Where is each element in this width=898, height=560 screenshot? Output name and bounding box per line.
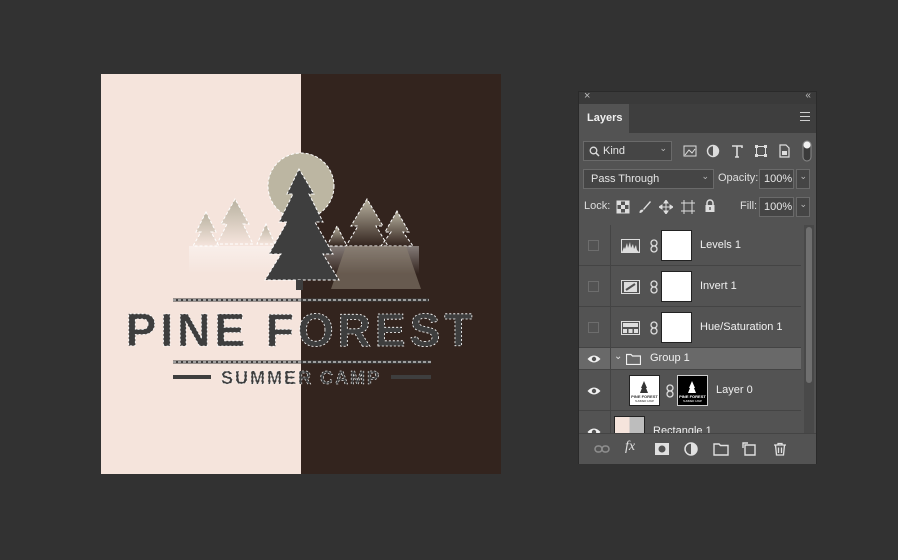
lock-label: Lock: <box>584 200 611 212</box>
link-icon[interactable] <box>649 239 659 253</box>
fill-value: 100% <box>764 201 793 213</box>
layers-list[interactable]: Levels 1 Invert 1 Hue/Saturation 1 ⌄ Gro… <box>579 225 801 433</box>
filter-pixel-icon[interactable] <box>683 144 697 158</box>
visibility-toggle[interactable] <box>588 322 599 333</box>
blend-mode-value: Pass Through <box>591 173 660 185</box>
link-layers-icon[interactable] <box>594 442 610 456</box>
link-icon[interactable] <box>665 384 675 398</box>
layer-mask-thumbnail[interactable] <box>661 230 692 261</box>
layers-panel: × ‹‹ Layers Kind ⌄ Pass Through ⌄ Opacit… <box>578 90 817 464</box>
subtitle-text: SUMMER CAMP <box>221 368 381 388</box>
opacity-input[interactable]: 100% <box>759 169 794 189</box>
artwork: PINE FOREST SUMMER CAMP <box>101 74 501 474</box>
filter-smart-object-icon[interactable] <box>777 144 791 158</box>
hue-saturation-icon <box>621 321 640 335</box>
opacity-value: 100% <box>764 173 793 185</box>
tab-bar: Layers <box>579 104 816 133</box>
folder-icon <box>626 353 641 365</box>
chevron-down-icon[interactable]: ⌄ <box>614 351 622 362</box>
layer-row-hue-saturation[interactable]: Hue/Saturation 1 <box>579 307 801 348</box>
mask-logo-thumbnail: PINE FOREST SUMMER CAMP <box>679 381 706 403</box>
eye-icon[interactable] <box>587 354 601 364</box>
panel-menu-icon[interactable] <box>800 112 810 122</box>
filter-toggle-icon[interactable] <box>802 140 812 162</box>
layer-mask-thumbnail[interactable]: PINE FOREST SUMMER CAMP <box>677 375 708 406</box>
chevron-down-icon: ⌄ <box>659 143 667 153</box>
opacity-dropdown[interactable]: ⌄ <box>796 169 810 189</box>
layer-mask-thumbnail[interactable] <box>661 271 692 302</box>
invert-icon <box>621 280 640 294</box>
layer-mask-thumbnail[interactable] <box>661 312 692 343</box>
lock-position-icon[interactable] <box>659 200 673 214</box>
filter-kind-select[interactable]: Kind ⌄ <box>583 141 672 161</box>
thumb-title-text: PINE FOREST <box>631 394 658 399</box>
levels-icon <box>621 239 640 253</box>
layer-name[interactable]: Rectangle 1 <box>653 425 712 433</box>
collapse-icon[interactable]: ‹‹ <box>805 90 811 101</box>
fx-icon[interactable]: fx <box>625 439 635 455</box>
chevron-down-icon: ⌄ <box>799 199 807 209</box>
chevron-down-icon: ⌄ <box>799 171 807 181</box>
panel-title-bar: × ‹‹ <box>579 90 816 104</box>
link-icon[interactable] <box>649 321 659 335</box>
layer-name[interactable]: Layer 0 <box>716 384 753 396</box>
layer-name[interactable]: Invert 1 <box>700 280 737 292</box>
thumb-subtitle-text: SUMMER CAMP <box>635 400 654 403</box>
delete-layer-icon[interactable] <box>772 442 788 456</box>
layer-row-invert[interactable]: Invert 1 <box>579 266 801 307</box>
filter-adjustment-icon[interactable] <box>706 144 720 158</box>
filter-type-icon[interactable] <box>730 144 744 158</box>
filter-shape-icon[interactable] <box>754 144 768 158</box>
layer-name[interactable]: Hue/Saturation 1 <box>700 321 783 333</box>
mask-subtitle-text: SUMMER CAMP <box>683 400 702 403</box>
tab-layers[interactable]: Layers <box>579 104 629 133</box>
panel-footer: fx <box>579 433 816 464</box>
new-group-icon[interactable] <box>713 442 729 456</box>
new-adjustment-layer-icon[interactable] <box>683 442 699 456</box>
layer-row-rectangle[interactable]: Rectangle 1 <box>579 411 801 433</box>
layer-name[interactable]: Group 1 <box>650 352 690 364</box>
lock-transparent-pixels-icon[interactable] <box>616 200 630 214</box>
layer-name[interactable]: Levels 1 <box>700 239 741 251</box>
visibility-toggle[interactable] <box>588 281 599 292</box>
scrollbar-thumb[interactable] <box>806 227 812 383</box>
opacity-label: Opacity: <box>718 172 759 184</box>
layer-row-group[interactable]: ⌄ Group 1 <box>579 348 801 370</box>
pine-logo-thumbnail: PINE FOREST SUMMER CAMP <box>631 381 658 403</box>
chevron-down-icon: ⌄ <box>701 171 709 181</box>
search-icon <box>589 146 600 157</box>
mask-title-text: PINE FOREST <box>679 394 706 399</box>
layers-scrollbar[interactable] <box>804 225 814 433</box>
fill-label: Fill: <box>740 200 758 212</box>
layer-row-levels[interactable]: Levels 1 <box>579 225 801 266</box>
filter-kind-value: Kind <box>603 145 626 157</box>
link-icon[interactable] <box>649 280 659 294</box>
visibility-toggle[interactable] <box>588 240 599 251</box>
blend-mode-select[interactable]: Pass Through ⌄ <box>583 169 714 189</box>
layer-thumbnail[interactable]: PINE FOREST SUMMER CAMP <box>629 375 660 406</box>
add-mask-icon[interactable] <box>654 442 670 456</box>
close-icon[interactable]: × <box>584 90 590 102</box>
layer-row-layer-0[interactable]: PINE FOREST SUMMER CAMP PINE FOREST SUMM… <box>579 370 801 411</box>
lock-artboard-icon[interactable] <box>681 200 695 214</box>
document-canvas[interactable]: PINE FOREST SUMMER CAMP <box>101 74 501 474</box>
fill-dropdown[interactable]: ⌄ <box>796 197 810 217</box>
eye-icon[interactable] <box>587 386 601 396</box>
title-text: PINE FOREST <box>126 304 477 356</box>
new-layer-icon[interactable] <box>742 442 758 456</box>
lock-image-pixels-icon[interactable] <box>638 200 652 214</box>
fill-input[interactable]: 100% <box>759 197 794 217</box>
lock-all-icon[interactable] <box>703 199 717 213</box>
rectangle-thumbnail[interactable] <box>614 416 645 433</box>
